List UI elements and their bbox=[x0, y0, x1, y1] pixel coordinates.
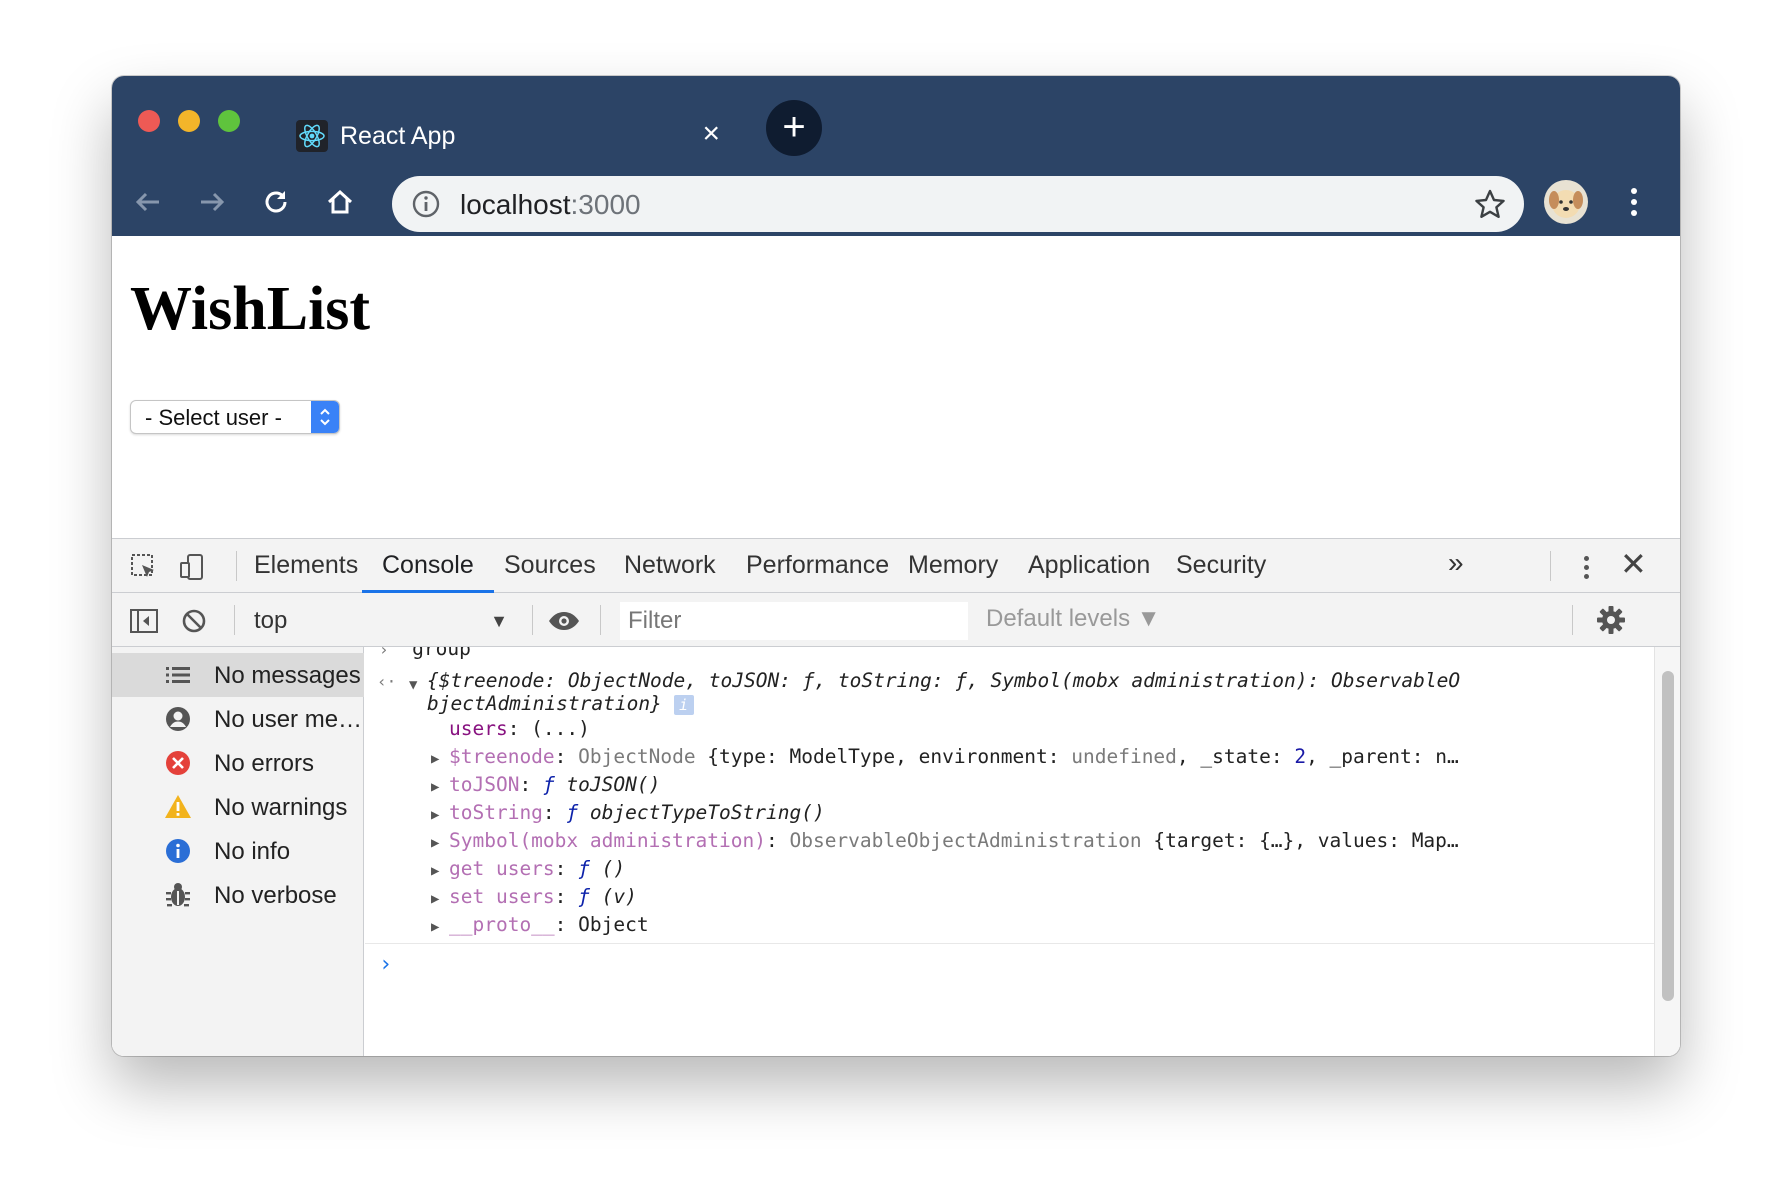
web-page: WishList - Select user - bbox=[112, 236, 1680, 538]
warning-icon bbox=[165, 795, 191, 818]
home-icon bbox=[327, 189, 353, 214]
tab-network[interactable]: Network bbox=[624, 539, 716, 593]
reload-button[interactable] bbox=[252, 178, 300, 226]
address-bar[interactable]: localhost:3000 bbox=[392, 176, 1524, 232]
sidebar-item-errors[interactable]: No errors bbox=[112, 741, 364, 785]
console-filter-input[interactable] bbox=[620, 602, 968, 640]
tab-close-icon[interactable]: × bbox=[702, 116, 720, 152]
browser-tab[interactable]: React App × bbox=[270, 92, 736, 170]
info-badge-icon: i bbox=[673, 694, 694, 715]
tab-elements[interactable]: Elements bbox=[254, 539, 358, 593]
browser-toolbar: localhost:3000 bbox=[112, 170, 1680, 236]
console-prompt[interactable]: › bbox=[365, 943, 1654, 1056]
console-filter-bar: top ▼ Default levels ▼ bbox=[112, 593, 1680, 647]
sidebar-item-label: No errors bbox=[214, 750, 315, 777]
minimize-window-button[interactable] bbox=[178, 110, 200, 132]
sidebar-item-user-messages[interactable]: No user messages bbox=[112, 697, 364, 741]
error-icon bbox=[166, 751, 190, 775]
property-set-users[interactable]: ▶ set users: ƒ (v) bbox=[431, 885, 637, 908]
property-tostring[interactable]: ▶ toString: ƒ objectTypeToString() bbox=[431, 801, 825, 824]
sidebar-toggle-icon[interactable] bbox=[128, 605, 160, 637]
property-mobx-symbol[interactable]: ▶ Symbol(mobx administration): Observable… bbox=[431, 829, 1459, 852]
tab-security[interactable]: Security bbox=[1176, 539, 1266, 593]
url-text: localhost:3000 bbox=[460, 189, 641, 220]
console-scrollbar[interactable] bbox=[1654, 647, 1680, 1056]
object-summary-wrap: bjectAdministration} i bbox=[427, 692, 694, 715]
user-select[interactable]: - Select user - bbox=[130, 400, 340, 434]
title-bar: React App × + bbox=[112, 76, 1680, 170]
users-property: users: (...) bbox=[449, 717, 590, 740]
bookmark-star-icon[interactable] bbox=[1472, 186, 1508, 222]
page-title: WishList bbox=[130, 275, 371, 343]
tab-sources[interactable]: Sources bbox=[504, 539, 596, 593]
dog-avatar-icon bbox=[1549, 190, 1583, 218]
bug-icon bbox=[166, 883, 190, 907]
browser-menu-button[interactable] bbox=[1622, 180, 1646, 224]
tab-title: React App bbox=[340, 122, 456, 150]
profile-avatar[interactable] bbox=[1544, 180, 1588, 224]
property-get-users[interactable]: ▶ get users: ƒ () bbox=[431, 857, 625, 880]
new-tab-button[interactable]: + bbox=[766, 100, 822, 156]
log-levels-dropdown[interactable]: Default levels ▼ bbox=[986, 605, 1161, 633]
info-icon[interactable] bbox=[410, 188, 442, 220]
tab-console[interactable]: Console bbox=[362, 539, 494, 593]
more-tabs-icon[interactable]: » bbox=[1448, 547, 1464, 579]
tab-memory[interactable]: Memory bbox=[908, 539, 998, 593]
tab-performance[interactable]: Performance bbox=[746, 539, 889, 593]
sidebar-item-label: No warnings bbox=[214, 794, 348, 821]
list-icon bbox=[166, 667, 190, 683]
sidebar-item-label: No info bbox=[214, 838, 291, 865]
prompt-chevron-icon: › bbox=[379, 952, 393, 977]
select-arrows-icon bbox=[311, 401, 339, 433]
sidebar-item-label: No user messages bbox=[214, 706, 364, 733]
sidebar-item-verbose[interactable]: No verbose bbox=[112, 873, 364, 917]
arrow-left-icon bbox=[135, 192, 159, 212]
sidebar-item-info[interactable]: No info bbox=[112, 829, 364, 873]
console-output: › group ‹· ▼ {$treenode: ObjectNode, toJ… bbox=[365, 647, 1654, 1056]
console-settings-gear-icon[interactable] bbox=[1594, 603, 1628, 637]
devtools-panel: Elements Console Sources Network Perform… bbox=[112, 538, 1680, 1056]
arrow-right-icon bbox=[201, 192, 225, 212]
result-arrow-icon: ‹· bbox=[377, 672, 397, 691]
devtools-menu-button[interactable] bbox=[1578, 551, 1594, 583]
property-treenode[interactable]: ▶ $treenode: ObjectNode {type: ModelType,… bbox=[431, 745, 1459, 768]
console-group-line: › group bbox=[379, 647, 471, 660]
reload-icon bbox=[265, 191, 287, 213]
browser-window: React App × + localhost:3000 WishList - … bbox=[112, 76, 1680, 1056]
clear-console-icon[interactable] bbox=[178, 605, 210, 637]
sidebar-item-label: No verbose bbox=[214, 882, 337, 909]
forward-button[interactable] bbox=[188, 178, 236, 226]
sidebar-item-label: No messages bbox=[214, 662, 361, 689]
sidebar-item-messages[interactable]: No messages bbox=[112, 653, 364, 697]
close-window-button[interactable] bbox=[138, 110, 160, 132]
console-sidebar: No messages No user messages No errors N… bbox=[112, 647, 364, 1056]
user-icon bbox=[166, 707, 190, 731]
devtools-tab-bar: Elements Console Sources Network Perform… bbox=[112, 539, 1680, 593]
dropdown-arrow-icon: ▼ bbox=[490, 611, 508, 631]
react-logo-icon bbox=[296, 120, 328, 152]
device-toolbar-icon[interactable] bbox=[176, 551, 208, 583]
scrollbar-thumb[interactable] bbox=[1662, 671, 1674, 1001]
object-summary-line[interactable]: ▼ {$treenode: ObjectNode, toJSON: ƒ, toS… bbox=[409, 669, 1460, 693]
execution-context-select[interactable]: top ▼ bbox=[254, 605, 514, 637]
maximize-window-button[interactable] bbox=[218, 110, 240, 132]
devtools-close-icon[interactable]: ✕ bbox=[1620, 545, 1647, 583]
tab-application[interactable]: Application bbox=[1028, 539, 1150, 593]
property-tojson[interactable]: ▶ toJSON: ƒ toJSON() bbox=[431, 773, 660, 796]
inspect-element-icon[interactable] bbox=[128, 551, 160, 583]
live-expression-eye-icon[interactable] bbox=[546, 605, 582, 637]
sidebar-item-warnings[interactable]: No warnings bbox=[112, 785, 364, 829]
user-select-value: - Select user - bbox=[145, 405, 282, 430]
property-proto[interactable]: ▶ __proto__: Object bbox=[431, 913, 649, 936]
back-button[interactable] bbox=[124, 178, 172, 226]
info-icon bbox=[166, 839, 190, 863]
home-button[interactable] bbox=[316, 178, 364, 226]
context-value: top bbox=[254, 607, 288, 634]
